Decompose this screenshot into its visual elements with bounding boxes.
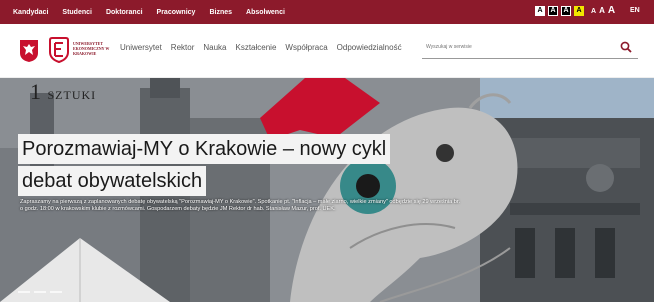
nav-ksztalcenie[interactable]: Kształcenie bbox=[235, 43, 276, 52]
hero-title-line-2[interactable]: debat obywatelskich bbox=[18, 166, 207, 196]
slider-dot[interactable] bbox=[18, 291, 30, 293]
contrast-yellow-button[interactable]: A bbox=[574, 6, 584, 16]
slider-indicators bbox=[18, 291, 62, 293]
language-switch[interactable]: EN bbox=[630, 7, 640, 14]
hero-slider[interactable]: 1 SZTUKI Porozmawiaj-MY o Krakowie – now… bbox=[0, 78, 654, 302]
contrast-switcher: A A A A bbox=[535, 6, 584, 16]
topnav-pracownicy[interactable]: Pracownicy bbox=[150, 9, 203, 16]
hero-title-line-1[interactable]: Porozmawiaj-MY o Krakowie – nowy cykl bbox=[18, 134, 391, 164]
topnav-studenci[interactable]: Studenci bbox=[55, 9, 99, 16]
topnav-absolwenci[interactable]: Absolwenci bbox=[239, 9, 292, 16]
search-icon[interactable] bbox=[620, 41, 632, 53]
topnav-biznes[interactable]: Biznes bbox=[202, 9, 239, 16]
hero-description: Zapraszamy na pierwszą z zaplanowanych d… bbox=[20, 199, 461, 212]
search-input[interactable] bbox=[426, 40, 606, 54]
main-nav: Uniwersytet Rektor Nauka Kształcenie Wsp… bbox=[120, 43, 411, 52]
slider-dot[interactable] bbox=[50, 291, 62, 293]
contrast-default-button[interactable]: A bbox=[535, 6, 545, 16]
uek-logo-icon[interactable] bbox=[48, 37, 70, 63]
hero-tag-word: SZTUKI bbox=[47, 88, 97, 102]
nav-rektor[interactable]: Rektor bbox=[171, 43, 195, 52]
university-name: UNIWERSYTET EKONOMICZNY W KRAKOWIE bbox=[73, 41, 110, 56]
topnav-kandydaci[interactable]: Kandydaci bbox=[6, 9, 55, 16]
nav-wspolpraca[interactable]: Współpraca bbox=[285, 43, 327, 52]
contrast-dark-button[interactable]: A bbox=[548, 6, 558, 16]
font-medium-button[interactable]: A bbox=[599, 6, 605, 15]
site-header: UNIWERSYTET EKONOMICZNY W KRAKOWIE Uniwe… bbox=[0, 24, 654, 78]
search-box bbox=[422, 37, 638, 59]
contrast-dark-alt-button[interactable]: A bbox=[561, 6, 571, 16]
slider-dot[interactable] bbox=[34, 291, 46, 293]
hero-tag: 1 SZTUKI bbox=[30, 79, 96, 105]
hero-tag-number: 1 bbox=[30, 79, 42, 104]
audience-nav: Kandydaci Studenci Doktoranci Pracownicy… bbox=[6, 0, 292, 24]
polish-eagle-icon[interactable] bbox=[19, 39, 39, 63]
topnav-doktoranci[interactable]: Doktoranci bbox=[99, 9, 150, 16]
font-large-button[interactable]: A bbox=[608, 5, 615, 16]
top-bar: Kandydaci Studenci Doktoranci Pracownicy… bbox=[0, 0, 654, 24]
nav-odpowiedzialnosc[interactable]: Odpowiedzialność bbox=[337, 43, 402, 52]
font-small-button[interactable]: A bbox=[591, 8, 596, 15]
font-size-switcher: A A A bbox=[591, 5, 615, 16]
nav-nauka[interactable]: Nauka bbox=[203, 43, 226, 52]
nav-uniwersytet[interactable]: Uniwersytet bbox=[120, 43, 162, 52]
